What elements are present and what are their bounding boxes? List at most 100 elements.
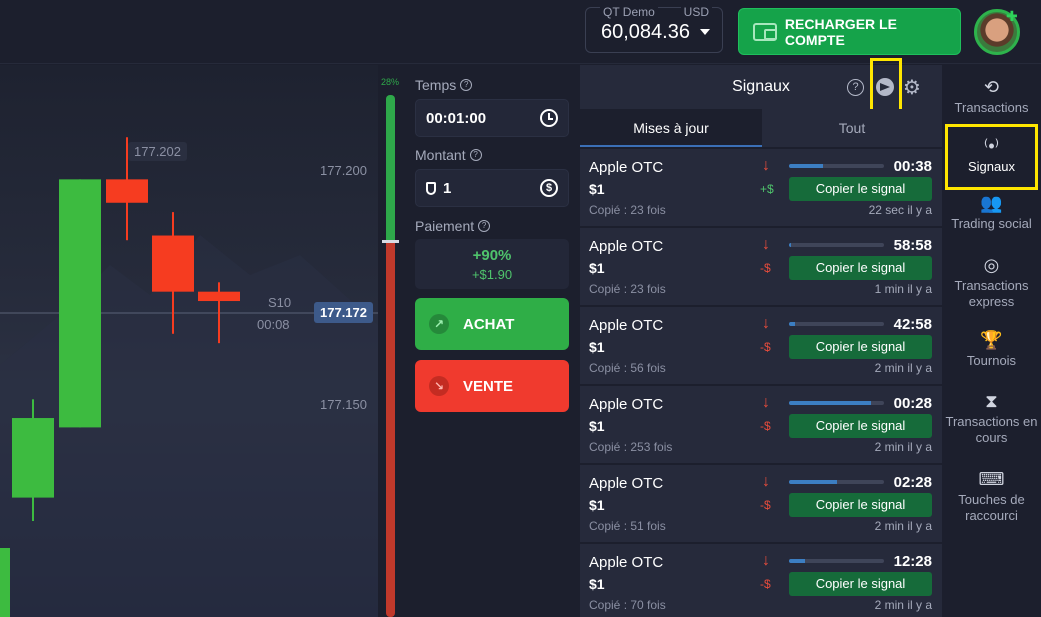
signal-progress-fill [789,322,795,326]
highlight-signals [945,124,1038,190]
help-icon[interactable]: ? [460,79,473,91]
signal-copied-count: Copié : 23 fois [589,282,666,296]
sentiment-up-fill [386,95,395,241]
plus-icon: ✚ [1006,8,1018,24]
tab-updates[interactable]: Mises à jour [580,109,762,147]
price-chart[interactable]: 177.202 177.200 177.150 S10 00:08 177.17… [0,65,378,617]
sidebar-item-label: Transactions [954,100,1029,115]
amount-label: Montant [415,147,466,163]
help-icon[interactable]: ? [847,79,864,96]
candlestick-chart [0,137,378,617]
arrow-down-icon: ↓ [762,394,770,411]
clock-icon [540,109,558,127]
copy-signal-button[interactable]: Copier le signal [789,572,932,596]
signal-progress-fill [789,243,791,247]
payout-percent: +90% [472,247,512,264]
signal-amount: $1 [589,181,605,197]
copy-signal-button[interactable]: Copier le signal [789,177,932,201]
signal-amount: $1 [589,576,605,592]
time-field[interactable]: 00:01:00 [415,99,569,137]
signal-progress-bar [789,322,884,326]
top-header: QT Demo USD 60,084.36 RECHARGER LE COMPT… [0,0,1041,64]
signal-copied-count: Copié : 23 fois [589,203,666,217]
copy-signal-button[interactable]: Copier le signal [789,335,932,359]
signal-asset: Apple OTC [589,475,664,492]
help-icon[interactable]: ? [469,149,482,161]
history-icon: ⟲ [983,77,1000,97]
sidebar-item-transactions[interactable]: ⟲ Transactions [942,77,1041,116]
signal-progress-bar [789,401,884,405]
copy-signal-button[interactable]: Copier le signal [789,256,932,280]
signal-time-ago: 2 min il y a [874,519,932,533]
background-mountain [0,235,378,617]
signal-amount: $1 [589,497,605,513]
signal-copied-count: Copié : 70 fois [589,598,666,612]
signal-progress-fill [789,480,837,484]
signal-progress-bar [789,559,884,563]
dollar-icon[interactable]: $ [540,179,558,197]
chevron-down-icon [700,29,710,35]
buy-button[interactable]: ↗ ACHAT [415,298,569,350]
account-name: QT Demo [600,5,658,19]
help-icon[interactable]: ? [478,220,491,232]
arrow-down-icon: ↓ [762,236,770,253]
candle-body [198,291,240,302]
signal-countdown: 42:58 [893,316,932,333]
amount-field[interactable]: 1 $ [415,169,569,207]
right-sidebar: ⟲ Transactions ⁽•⁾ Signaux 👥 Trading soc… [942,65,1041,617]
sidebar-item-label: Trading social [951,216,1032,231]
signal-time-ago: 22 sec il y a [868,203,932,217]
copy-signal-button[interactable]: Copier le signal [789,493,932,517]
candle-body [152,235,194,292]
signal-amount: $1 [589,260,605,276]
signal-time-ago: 2 min il y a [874,440,932,454]
sentiment-down-fill [386,241,395,617]
sidebar-item-social-trading[interactable]: 👥 Trading social [942,193,1041,232]
sell-button[interactable]: ↘ VENTE [415,360,569,412]
time-value: 00:01:00 [426,110,487,127]
amount-value: 1 [443,180,452,197]
sidebar-item-tournaments[interactable]: 🏆 Tournois [942,330,1041,369]
payout-box: +90% +$1.90 [415,239,569,289]
arrow-down-icon: ↓ [762,552,770,569]
signal-amount: $1 [589,339,605,355]
signal-progress-fill [789,401,871,405]
sidebar-item-open-trades[interactable]: ⧗ Transactions en cours [942,391,1041,446]
copy-signal-button[interactable]: Copier le signal [789,414,932,438]
payout-amount: +$1.90 [471,267,513,282]
signal-card: Apple OTC $1 Copié : 51 fois ↓ -$ 02:28 Copier… [580,465,942,542]
wallet-icon [753,22,777,41]
account-currency: USD [680,5,712,19]
time-label-row: Temps ? [415,77,473,93]
sidebar-item-shortcuts[interactable]: ⌨ Touches de raccourci [942,469,1041,524]
signals-tabs: Mises à jour Tout [580,109,942,147]
tab-all[interactable]: Tout [762,109,942,147]
arrow-down-icon: ↓ [762,157,770,174]
signal-progress-bar [789,164,884,168]
signal-progress-fill [789,559,806,563]
signal-card: Apple OTC $1 Copié : 23 fois ↓ +$ 00:38 Copier… [580,149,942,226]
buy-label: ACHAT [463,315,515,333]
hover-price-label: 177.202 [128,142,187,161]
candle-body [59,179,101,428]
signal-card: Apple OTC $1 Copié : 56 fois ↓ -$ 42:58 Copier… [580,307,942,384]
signal-copied-count: Copié : 56 fois [589,361,666,375]
account-selector[interactable]: QT Demo USD 60,084.36 [585,5,723,53]
sidebar-item-express[interactable]: ◎ Transactions express [942,255,1041,310]
gear-icon[interactable]: ⚙ [903,75,921,100]
signal-card: Apple OTC $1 Copié : 70 fois ↓ -$ 12:28 Copier… [580,544,942,617]
signal-time-ago: 1 min il y a [874,282,932,296]
sidebar-item-label: Touches de raccourci [958,492,1025,523]
signal-countdown: 58:58 [893,237,932,254]
candle-body [106,179,148,203]
payout-label: Paiement [415,218,475,234]
signal-direction-sign: -$ [760,498,771,512]
signal-asset: Apple OTC [589,396,664,413]
signal-progress-bar [789,480,884,484]
signal-asset: Apple OTC [589,317,664,334]
target-icon: ◎ [983,255,1000,275]
arrow-down-right-icon: ↘ [429,376,449,396]
arrow-up-right-icon: ↗ [429,314,449,334]
sidebar-item-label: Transactions en cours [945,414,1038,445]
recharge-button[interactable]: RECHARGER LE COMPTE [738,8,961,55]
